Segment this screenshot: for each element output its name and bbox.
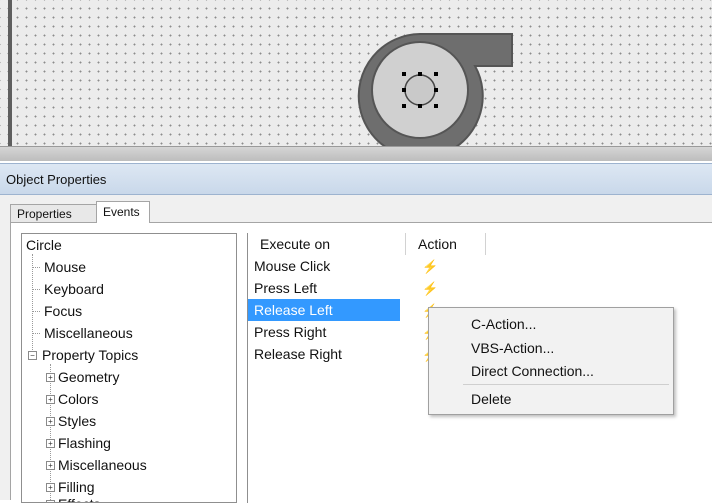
menu-separator	[463, 384, 669, 385]
tree-line	[32, 311, 40, 312]
tab-events[interactable]: Events	[96, 201, 150, 223]
expand-icon[interactable]: +	[46, 395, 55, 404]
properties-title-bar[interactable]: Object Properties	[0, 163, 712, 195]
lightning-icon[interactable]: ⚡	[422, 278, 438, 300]
tree-line	[32, 333, 40, 334]
event-label: Release Right	[254, 346, 342, 362]
column-header-execute-on[interactable]: Execute on	[248, 233, 406, 255]
tree-root-circle[interactable]: Circle	[26, 234, 62, 256]
event-tree[interactable]: Circle Mouse Keyboard Focus Miscellaneou…	[21, 233, 237, 503]
canvas-scroll-border	[0, 146, 712, 161]
selection-handle[interactable]	[434, 88, 438, 92]
menu-item-c-action[interactable]: C-Action...	[429, 312, 673, 336]
graphics-canvas[interactable]	[0, 0, 712, 161]
tree-line	[32, 254, 33, 358]
tree-item-effects[interactable]: Effects	[58, 493, 101, 502]
tree-item-focus[interactable]: Focus	[44, 300, 82, 322]
tree-line	[32, 289, 40, 290]
window-title: Object Properties	[6, 172, 107, 187]
canvas-border	[8, 0, 12, 160]
menu-item-direct-connection[interactable]: Direct Connection...	[429, 359, 673, 383]
tree-item-styles[interactable]: Styles	[58, 410, 96, 432]
selection-handle[interactable]	[402, 88, 406, 92]
tree-item-keyboard[interactable]: Keyboard	[44, 278, 104, 300]
event-label: Mouse Click	[254, 258, 331, 274]
event-label: Press Right	[254, 324, 327, 340]
selection-handle[interactable]	[434, 104, 438, 108]
expand-icon[interactable]: +	[46, 461, 55, 470]
tab-properties[interactable]: Properties	[10, 204, 97, 222]
action-context-menu: C-Action... VBS-Action... Direct Connect…	[428, 307, 674, 415]
expand-icon[interactable]: +	[46, 417, 55, 426]
tree-item-mouse[interactable]: Mouse	[44, 256, 86, 278]
selection-handle[interactable]	[402, 72, 406, 76]
selection-handle[interactable]	[434, 72, 438, 76]
selection-handle[interactable]	[418, 72, 422, 76]
lightning-icon[interactable]: ⚡	[422, 256, 438, 278]
menu-item-delete[interactable]: Delete	[429, 387, 673, 411]
expand-icon[interactable]: +	[46, 439, 55, 448]
event-label: Press Left	[254, 280, 318, 296]
event-label: Release Left	[248, 299, 400, 321]
blower-object[interactable]	[350, 28, 520, 152]
selection-handle[interactable]	[402, 104, 406, 108]
collapse-icon[interactable]: −	[28, 351, 37, 360]
selection-handle[interactable]	[418, 104, 422, 108]
tree-item-miscellaneous[interactable]: Miscellaneous	[44, 322, 133, 344]
tree-item-flashing[interactable]: Flashing	[58, 432, 111, 454]
column-header-action[interactable]: Action	[406, 233, 486, 255]
tree-item-geometry[interactable]: Geometry	[58, 366, 119, 388]
expand-icon[interactable]: +	[46, 373, 55, 382]
expand-icon[interactable]: +	[46, 483, 55, 492]
tree-item-colors[interactable]: Colors	[58, 388, 98, 410]
tree-line	[32, 267, 40, 268]
tree-item-property-topics[interactable]: Property Topics	[42, 344, 138, 366]
tree-item-miscellaneous-topic[interactable]: Miscellaneous	[58, 454, 147, 476]
selected-circle[interactable]	[404, 74, 436, 106]
menu-item-vbs-action[interactable]: VBS-Action...	[429, 336, 673, 360]
